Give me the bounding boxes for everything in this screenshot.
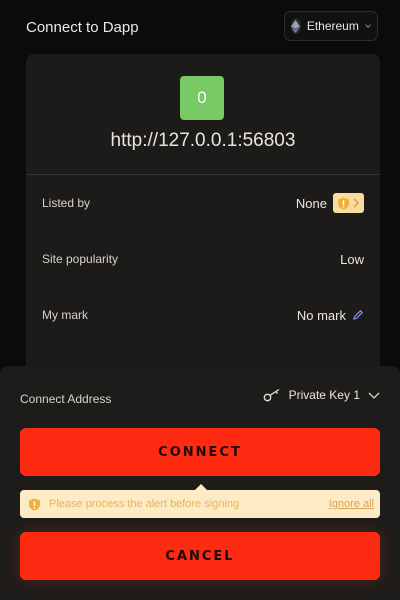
site-card: 0 http://127.0.0.1:56803 Listed by None … bbox=[26, 54, 380, 384]
cancel-button[interactable]: CANCEL bbox=[20, 532, 380, 580]
my-mark-edit[interactable]: No mark bbox=[297, 308, 364, 323]
connect-button[interactable]: CONNECT bbox=[20, 428, 380, 476]
site-popularity-row: Site popularity Low bbox=[42, 247, 364, 271]
site-url: http://127.0.0.1:56803 bbox=[110, 130, 296, 151]
listed-by-label: Listed by bbox=[42, 196, 91, 210]
alert-banner: Please process the alert before signing … bbox=[20, 484, 380, 518]
my-mark-value: No mark bbox=[296, 307, 346, 323]
listed-by-row: Listed by None bbox=[42, 191, 364, 215]
site-popularity-label: Site popularity bbox=[42, 252, 119, 266]
shield-warning-icon bbox=[29, 498, 40, 510]
listed-by-warning-badge[interactable] bbox=[333, 193, 364, 213]
my-mark-label: My mark bbox=[42, 308, 88, 322]
chevron-down-icon bbox=[368, 392, 380, 399]
ignore-all-link[interactable]: Ignore all bbox=[329, 498, 374, 510]
shield-warning-icon bbox=[338, 197, 349, 209]
ethereum-icon bbox=[291, 18, 301, 34]
site-popularity-value: Low bbox=[340, 251, 364, 267]
my-mark-row: My mark No mark bbox=[42, 303, 364, 327]
listed-by-value: None bbox=[295, 195, 327, 211]
site-icon: 0 bbox=[180, 76, 224, 120]
pencil-icon bbox=[353, 310, 363, 320]
chain-label: Ethereum bbox=[306, 19, 359, 33]
alert-text: Please process the alert before signing bbox=[49, 498, 240, 510]
connect-sheet: Connect Address Private Key 1 CONNECT Pl… bbox=[0, 366, 400, 600]
chain-selector[interactable]: Ethereum bbox=[284, 11, 378, 41]
key-icon bbox=[263, 388, 279, 402]
page-title: Connect to Dapp bbox=[26, 19, 139, 36]
chevron-right-icon bbox=[353, 198, 359, 208]
chevron-down-icon bbox=[365, 24, 371, 28]
address-selector[interactable]: Private Key 1 bbox=[263, 388, 380, 402]
alert-caret bbox=[195, 484, 207, 490]
divider bbox=[26, 174, 380, 175]
connect-address-label: Connect Address bbox=[20, 392, 112, 406]
header: Connect to Dapp Ethereum bbox=[0, 0, 400, 56]
address-value: Private Key 1 bbox=[288, 388, 360, 402]
